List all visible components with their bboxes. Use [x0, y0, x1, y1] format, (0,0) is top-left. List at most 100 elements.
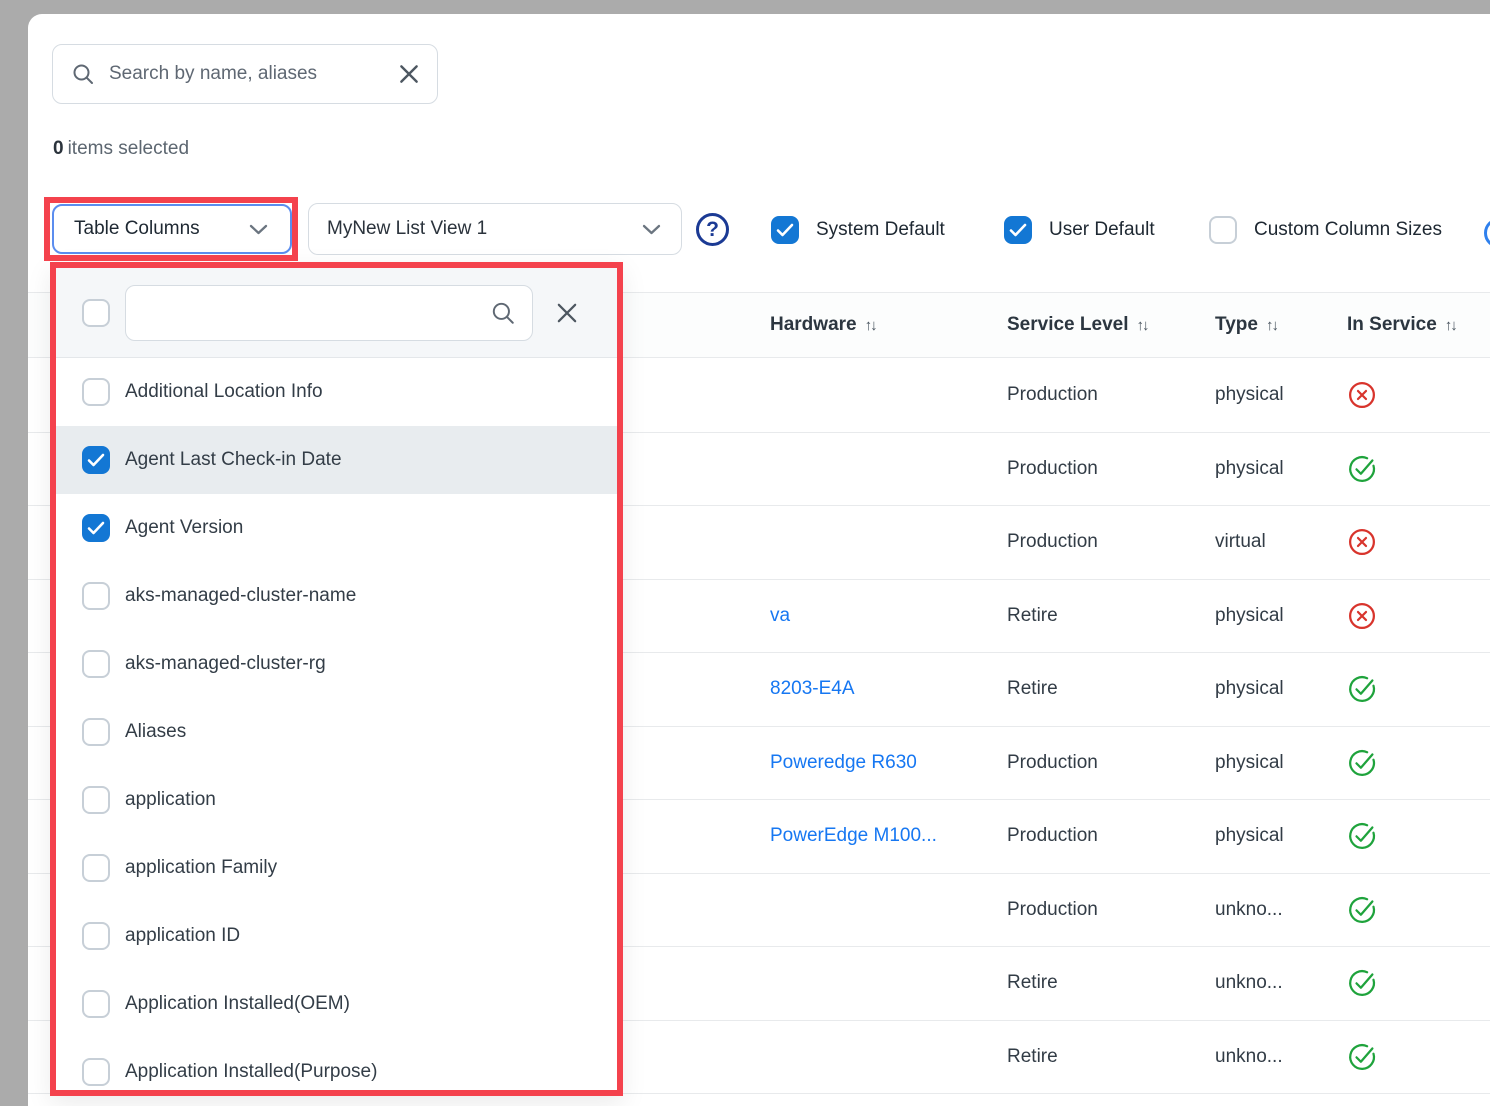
service-level-cell: Production	[1007, 752, 1215, 774]
type-cell: unkno...	[1215, 899, 1347, 921]
checkbox[interactable]	[82, 990, 110, 1018]
service-level-cell: Retire	[1007, 972, 1215, 994]
type-cell: unkno...	[1215, 1046, 1347, 1068]
column-option-label: aks-managed-cluster-name	[125, 585, 356, 607]
column-header-in-service[interactable]: In Service↑↓	[1347, 314, 1467, 336]
service-level-cell: Production	[1007, 825, 1215, 847]
checkbox[interactable]	[82, 854, 110, 882]
column-option-label: application ID	[125, 925, 240, 947]
column-option-application-family[interactable]: application Family	[56, 834, 617, 902]
hardware-link[interactable]: 8203-E4A	[770, 678, 855, 699]
column-option-agent-last-check-in-date[interactable]: Agent Last Check-in Date	[56, 426, 617, 494]
in-service-no-icon	[1347, 527, 1467, 557]
toolbar-checkbox-user-default[interactable]: User Default	[1004, 216, 1155, 244]
in-service-yes-icon	[1347, 821, 1467, 851]
column-option-aks-managed-cluster-name[interactable]: aks-managed-cluster-name	[56, 562, 617, 630]
column-option-label: Agent Last Check-in Date	[125, 449, 342, 471]
columns-panel-header	[56, 268, 617, 358]
columns-filter-box[interactable]	[125, 285, 533, 341]
sort-icon[interactable]: ↑↓	[1136, 317, 1147, 334]
column-option-label: application Family	[125, 857, 277, 879]
list-view-value: MyNew List View 1	[327, 218, 487, 240]
hardware-cell: va	[770, 605, 1007, 627]
checkbox[interactable]	[82, 378, 110, 406]
column-option-application-installed-purpose-[interactable]: Application Installed(Purpose)	[56, 1038, 617, 1096]
column-option-application-id[interactable]: application ID	[56, 902, 617, 970]
type-cell: virtual	[1215, 531, 1347, 553]
column-option-application[interactable]: application	[56, 766, 617, 834]
content-frame: 0items selected Table Columns MyNew List…	[28, 14, 1490, 1106]
selection-summary: 0items selected	[53, 138, 189, 160]
columns-filter-input[interactable]	[142, 302, 490, 324]
hardware-cell: 8203-E4A	[770, 678, 1007, 700]
selected-count: 0	[53, 138, 64, 159]
checkbox[interactable]	[1004, 216, 1032, 244]
checkbox[interactable]	[82, 650, 110, 678]
column-option-label: Application Installed(Purpose)	[125, 1061, 377, 1083]
main-search[interactable]	[52, 44, 438, 104]
help-glyph: ?	[706, 218, 719, 242]
column-option-label: Aliases	[125, 721, 186, 743]
service-level-cell: Retire	[1007, 605, 1215, 627]
in-service-no-icon	[1347, 380, 1467, 410]
service-level-cell: Retire	[1007, 678, 1215, 700]
service-level-cell: Production	[1007, 531, 1215, 553]
column-header-hardware[interactable]: Hardware↑↓	[770, 314, 1007, 336]
column-header-service-level[interactable]: Service Level↑↓	[1007, 314, 1215, 336]
hardware-link[interactable]: va	[770, 605, 790, 626]
service-level-cell: Production	[1007, 899, 1215, 921]
type-cell: unkno...	[1215, 972, 1347, 994]
chevron-down-icon	[249, 224, 268, 235]
column-option-label: Additional Location Info	[125, 381, 323, 403]
clear-search-icon[interactable]	[397, 62, 421, 86]
hardware-cell: Poweredge R630	[770, 752, 1007, 774]
checkbox[interactable]	[82, 1058, 110, 1086]
toolbar-checkbox-system-default[interactable]: System Default	[771, 216, 945, 244]
checkbox[interactable]	[82, 446, 110, 474]
checkbox[interactable]	[771, 216, 799, 244]
help-icon-partial[interactable]	[1484, 218, 1490, 248]
select-all-checkbox[interactable]	[82, 299, 110, 327]
sort-icon[interactable]: ↑↓	[1266, 317, 1277, 334]
checkbox[interactable]	[82, 582, 110, 610]
service-level-cell: Production	[1007, 458, 1215, 480]
type-cell: physical	[1215, 384, 1347, 406]
column-option-label: Agent Version	[125, 517, 243, 539]
checkbox[interactable]	[82, 922, 110, 950]
checkbox[interactable]	[82, 514, 110, 542]
selected-label: items selected	[68, 138, 189, 159]
checkbox[interactable]	[82, 718, 110, 746]
checkbox-label: User Default	[1049, 219, 1155, 241]
column-option-aliases[interactable]: Aliases	[56, 698, 617, 766]
hardware-cell: PowerEdge M100...	[770, 825, 1007, 847]
in-service-no-icon	[1347, 601, 1467, 631]
list-view-select[interactable]: MyNew List View 1	[308, 203, 682, 255]
service-level-cell: Production	[1007, 384, 1215, 406]
column-option-label: Application Installed(OEM)	[125, 993, 350, 1015]
hardware-link[interactable]: Poweredge R630	[770, 752, 917, 773]
type-cell: physical	[1215, 458, 1347, 480]
help-icon[interactable]: ?	[696, 213, 729, 246]
hardware-link[interactable]: PowerEdge M100...	[770, 825, 937, 846]
column-option-agent-version[interactable]: Agent Version	[56, 494, 617, 562]
column-option-aks-managed-cluster-rg[interactable]: aks-managed-cluster-rg	[56, 630, 617, 698]
column-option-application-installed-oem-[interactable]: Application Installed(OEM)	[56, 970, 617, 1038]
type-cell: physical	[1215, 825, 1347, 847]
type-cell: physical	[1215, 678, 1347, 700]
search-input[interactable]	[109, 63, 365, 85]
close-panel-icon[interactable]	[555, 301, 579, 325]
search-icon	[71, 62, 95, 86]
sort-icon[interactable]: ↑↓	[865, 317, 876, 334]
in-service-yes-icon	[1347, 968, 1467, 998]
in-service-yes-icon	[1347, 454, 1467, 484]
column-header-type[interactable]: Type↑↓	[1215, 314, 1347, 336]
in-service-yes-icon	[1347, 895, 1467, 925]
type-cell: physical	[1215, 605, 1347, 627]
checkbox[interactable]	[1209, 216, 1237, 244]
toolbar-checkbox-custom-column-sizes[interactable]: Custom Column Sizes	[1209, 216, 1442, 244]
checkbox[interactable]	[82, 786, 110, 814]
table-columns-button[interactable]: Table Columns	[52, 204, 292, 254]
type-cell: physical	[1215, 752, 1347, 774]
column-option-additional-location-info[interactable]: Additional Location Info	[56, 358, 617, 426]
sort-icon[interactable]: ↑↓	[1445, 317, 1456, 334]
